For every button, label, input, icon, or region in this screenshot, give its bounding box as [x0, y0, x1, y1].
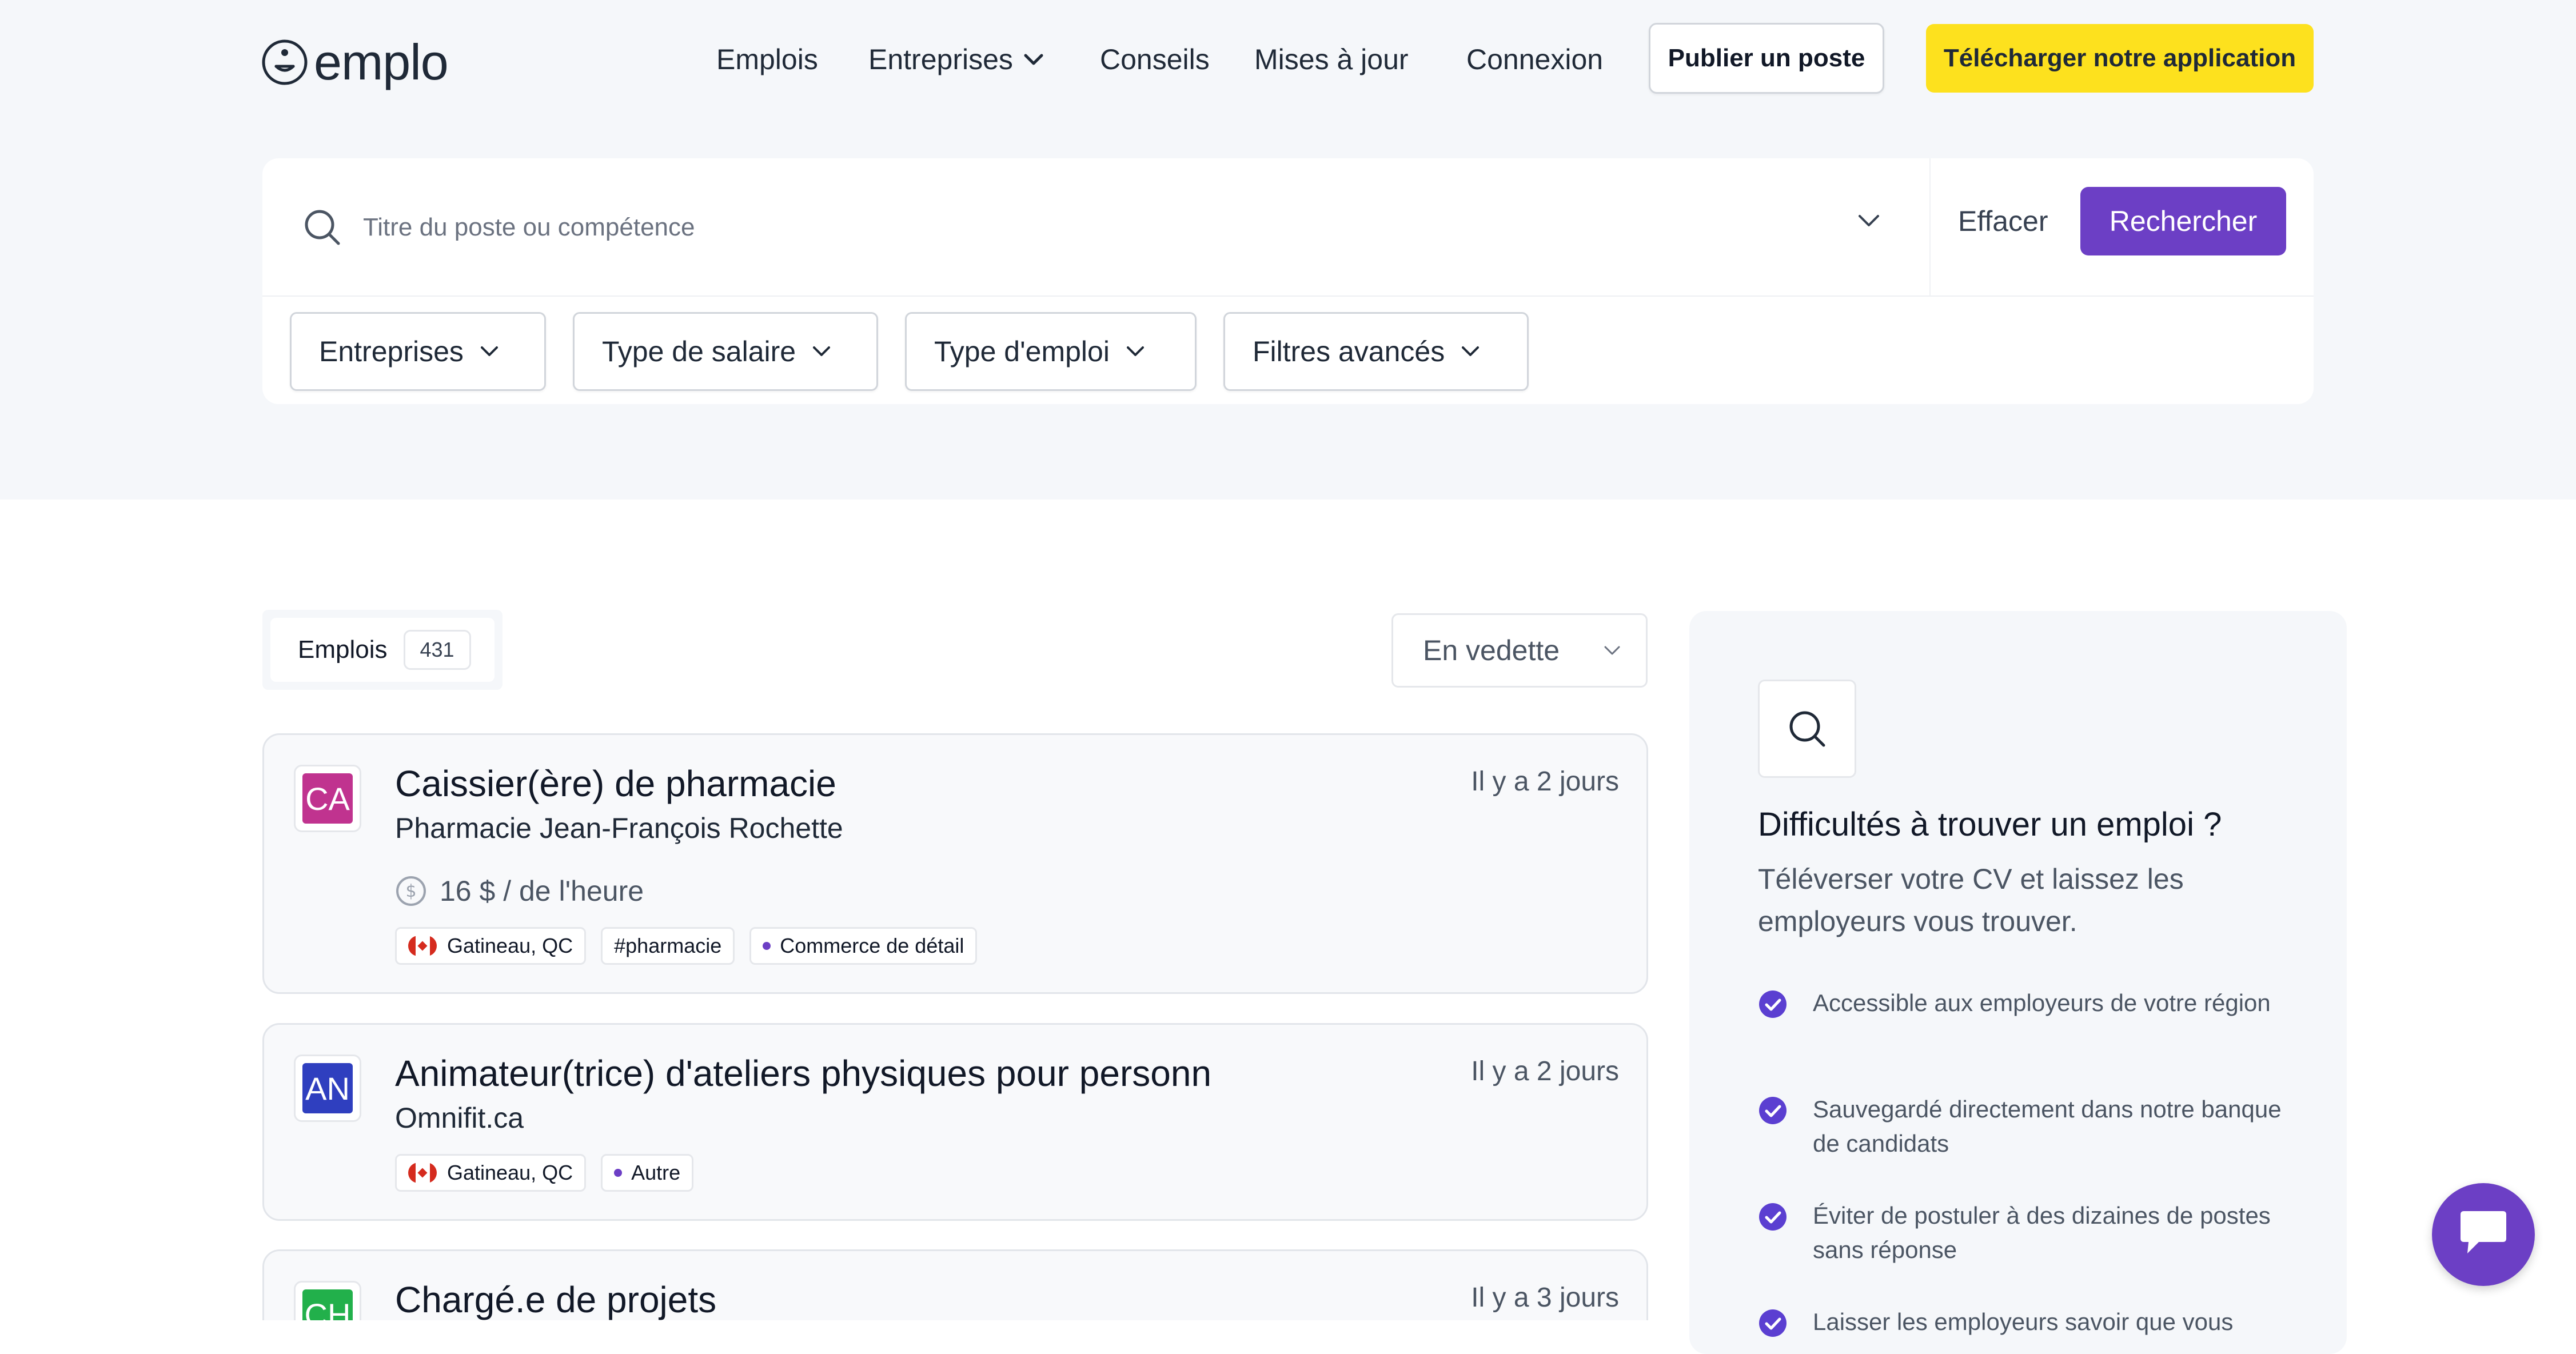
filter-type-emploi[interactable]: Type d'emploi: [905, 312, 1197, 391]
nav-conseils[interactable]: Conseils: [1100, 30, 1210, 89]
job-title[interactable]: Chargé.e de projets: [395, 1279, 716, 1320]
dot-icon: [614, 1169, 623, 1177]
dollar-icon: $: [396, 876, 426, 906]
nav-emplois[interactable]: Emplois: [716, 30, 818, 89]
chevron-down-icon[interactable]: [1857, 213, 1880, 228]
company-avatar: AN: [294, 1055, 361, 1122]
nav-connexion[interactable]: Connexion: [1466, 30, 1603, 89]
avatar-initials: CA: [302, 773, 353, 824]
filter-label: Type de salaire: [602, 335, 796, 368]
download-app-button[interactable]: Télécharger notre application: [1926, 24, 2314, 93]
search-panel: Effacer Rechercher Entreprises Type de s…: [262, 158, 2314, 404]
logo-text: emplo: [314, 34, 449, 90]
canada-flag-icon: [408, 936, 437, 956]
hashtag-tag[interactable]: #pharmacie: [601, 927, 735, 965]
search-input[interactable]: [362, 204, 2022, 251]
job-posted-time: Il y a 2 jours: [1471, 1056, 1619, 1087]
benefit-item: Laisser les employeurs savoir que vous: [1758, 1305, 2295, 1339]
location-text: Gatineau, QC: [447, 1161, 573, 1184]
benefit-item: Sauvegardé directement dans notre banque…: [1758, 1092, 2295, 1161]
search-icon-box: [1758, 680, 1856, 778]
search-row: Effacer Rechercher: [262, 158, 2314, 297]
search-button[interactable]: Rechercher: [2080, 187, 2286, 255]
job-tags: Gatineau, QC #pharmacie Commerce de déta…: [395, 927, 978, 965]
job-card[interactable]: AN Animateur(trice) d'ateliers physiques…: [262, 1023, 1648, 1221]
tab-emplois[interactable]: Emplois 431: [270, 618, 495, 682]
check-circle-icon: [1759, 1309, 1787, 1337]
filter-entreprises[interactable]: Entreprises: [290, 312, 546, 391]
job-posted-time: Il y a 2 jours: [1471, 766, 1619, 797]
job-company: Pharmacie Jean-François Rochette: [395, 812, 843, 844]
company-avatar: CH: [294, 1281, 361, 1320]
benefit-text: Laisser les employeurs savoir que vous: [1813, 1308, 2234, 1335]
logo-face-icon: [262, 39, 308, 85]
chat-bubble-icon: [2461, 1211, 2506, 1253]
tab-label: Emplois: [298, 636, 388, 664]
benefit-text: Accessible aux employeurs de votre régio…: [1813, 989, 2271, 1016]
check-circle-icon: [1759, 1097, 1787, 1124]
category-tag[interactable]: Autre: [601, 1154, 694, 1192]
avatar-initials: AN: [302, 1063, 353, 1113]
nav-entreprises-label: Entreprises: [868, 43, 1013, 75]
chevron-down-icon: [1126, 346, 1144, 356]
benefit-text: Sauvegardé directement dans notre banque…: [1813, 1096, 2282, 1157]
chevron-down-icon: [1604, 646, 1620, 655]
location-tag: Gatineau, QC: [395, 1154, 587, 1192]
category-text: Commerce de détail: [780, 934, 964, 957]
clear-button[interactable]: Effacer: [1958, 187, 2048, 255]
job-salary: $ 16 $ / de l'heure: [395, 871, 644, 911]
filter-type-salaire[interactable]: Type de salaire: [573, 312, 878, 391]
job-tags: Gatineau, QC Autre: [395, 1154, 694, 1192]
chevron-down-icon: [1024, 54, 1043, 65]
filter-label: Entreprises: [319, 335, 464, 368]
check-circle-icon: [1759, 990, 1787, 1018]
nav-entreprises[interactable]: Entreprises: [868, 30, 1044, 89]
category-tag[interactable]: Commerce de détail: [749, 927, 978, 965]
avatar-initials: CH: [302, 1289, 353, 1320]
job-card[interactable]: CA Caissier(ère) de pharmacie Pharmacie …: [262, 733, 1648, 994]
filter-label: Type d'emploi: [934, 335, 1110, 368]
job-title[interactable]: Caissier(ère) de pharmacie: [395, 762, 836, 805]
job-company: Omnifit.ca: [395, 1102, 524, 1134]
canada-flag-icon: [408, 1163, 437, 1183]
search-icon: [305, 210, 340, 245]
category-text: Autre: [631, 1161, 681, 1184]
chevron-down-icon: [813, 346, 831, 356]
sort-select[interactable]: En vedette: [1391, 613, 1648, 688]
divider: [1929, 158, 1931, 295]
chevron-down-icon: [1462, 346, 1480, 356]
job-title[interactable]: Animateur(trice) d'ateliers physiques po…: [395, 1052, 1211, 1095]
job-card[interactable]: CH Chargé.e de projets Il y a 3 jours: [262, 1249, 1648, 1320]
check-circle-icon: [1759, 1203, 1787, 1231]
benefit-item: Éviter de postuler à des dizaines de pos…: [1758, 1199, 2295, 1267]
chat-button[interactable]: [2432, 1183, 2535, 1286]
salary-text: 16 $ / de l'heure: [440, 875, 644, 907]
location-tag: Gatineau, QC: [395, 927, 587, 965]
jobs-count-badge: 431: [403, 630, 471, 670]
dot-icon: [763, 942, 771, 950]
sidebar-title: Difficultés à trouver un emploi ?: [1758, 806, 2222, 843]
chevron-down-icon: [480, 346, 498, 356]
job-posted-time: Il y a 3 jours: [1471, 1283, 1619, 1313]
filter-label: Filtres avancés: [1253, 335, 1445, 368]
benefit-item: Accessible aux employeurs de votre régio…: [1758, 986, 2295, 1020]
jobs-tab-bar: Emplois 431: [262, 610, 503, 690]
nav-mises-a-jour[interactable]: Mises à jour: [1254, 30, 1409, 89]
cv-upload-card: Difficultés à trouver un emploi ? Téléve…: [1689, 611, 2347, 1354]
sort-label: En vedette: [1423, 634, 1560, 666]
post-job-button[interactable]: Publier un poste: [1649, 23, 1884, 94]
search-icon: [1789, 711, 1825, 747]
filter-avances[interactable]: Filtres avancés: [1223, 312, 1529, 391]
logo[interactable]: emplo: [261, 34, 449, 90]
location-text: Gatineau, QC: [447, 934, 573, 957]
svg-text:$: $: [405, 881, 416, 901]
benefit-text: Éviter de postuler à des dizaines de pos…: [1813, 1202, 2271, 1263]
sidebar-subtitle: Téléverser votre CV et laissez les emplo…: [1758, 863, 2184, 937]
company-avatar: CA: [294, 765, 361, 832]
